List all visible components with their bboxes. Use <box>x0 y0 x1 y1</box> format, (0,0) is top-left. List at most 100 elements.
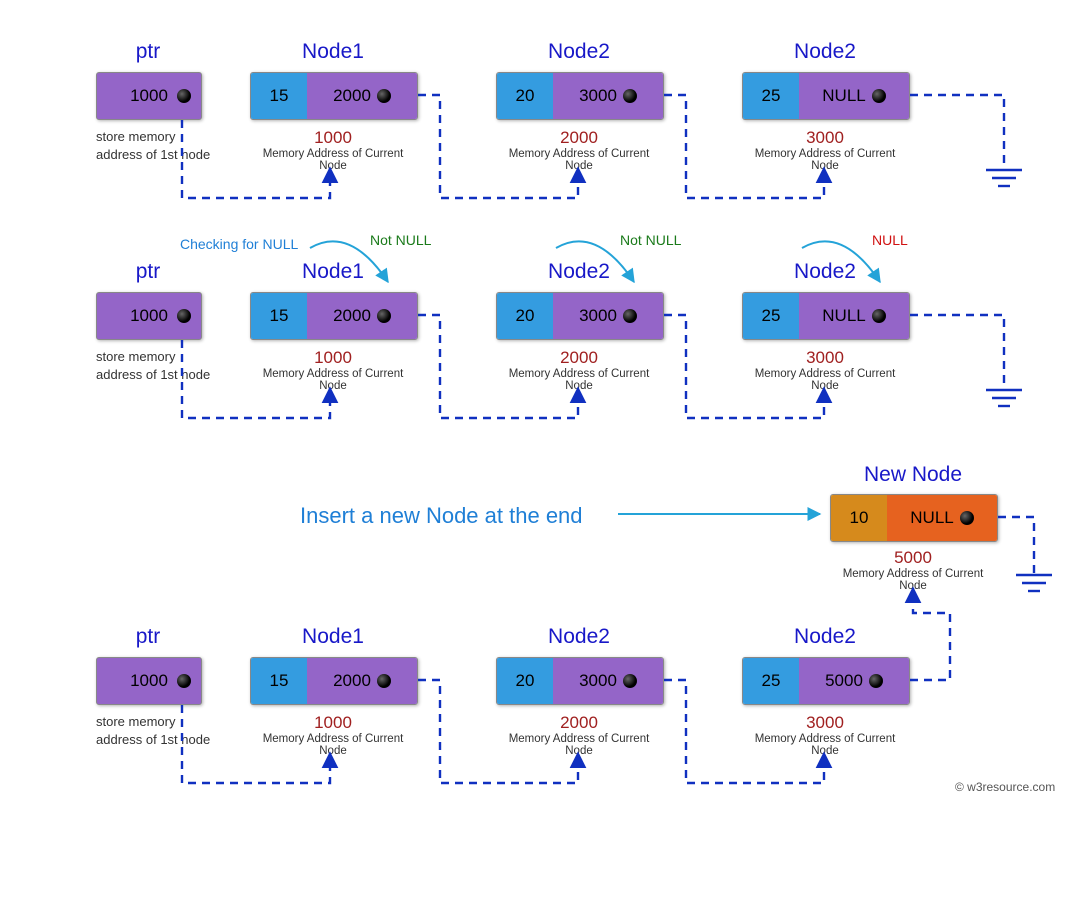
memcap-r1-1: Memory Address of Current Node <box>496 148 662 172</box>
dot-icon <box>377 309 391 323</box>
node-box-r3-1: 20 3000 <box>496 657 664 705</box>
notnull-label-1: Not NULL <box>620 232 681 248</box>
memcap-r1-2: Memory Address of Current Node <box>742 148 908 172</box>
node-box-r3-2: 25 5000 <box>742 657 910 705</box>
ptr-box-r3: 1000 <box>96 657 202 705</box>
node-data: 20 <box>497 73 553 119</box>
memcap-r1-0: Memory Address of Current Node <box>250 148 416 172</box>
node-ptr: 5000 <box>799 658 909 704</box>
node-box-r2-1: 20 3000 <box>496 292 664 340</box>
ptr-value-r1: 1000 <box>130 86 168 106</box>
node-ptr-val: 5000 <box>825 671 863 691</box>
node-data: 15 <box>251 658 307 704</box>
node-box-r3-0: 15 2000 <box>250 657 418 705</box>
ptr-caption-r1: store memory address of 1st node <box>96 128 216 164</box>
node-data: 20 <box>497 293 553 339</box>
node-box-r2-2: 25 NULL <box>742 292 910 340</box>
dot-icon <box>377 89 391 103</box>
node-addr-r2-0: 1000 <box>250 348 416 368</box>
node1-title-r1: Node1 <box>250 40 416 64</box>
node-box-r1-0: 15 2000 <box>250 72 418 120</box>
node-data: 25 <box>743 293 799 339</box>
node-addr-r3-0: 1000 <box>250 713 416 733</box>
node-data: 15 <box>251 73 307 119</box>
node-ptr-val: 2000 <box>333 671 371 691</box>
node-box-r1-2: 25 NULL <box>742 72 910 120</box>
notnull-label-0: Not NULL <box>370 232 431 248</box>
dot-icon <box>623 309 637 323</box>
newnode-title: New Node <box>830 463 996 487</box>
node-ptr: 2000 <box>307 658 417 704</box>
node2-title-r3: Node2 <box>496 625 662 649</box>
dot-icon <box>177 309 191 323</box>
dot-icon <box>377 674 391 688</box>
ptr-label-r2: ptr <box>108 260 188 284</box>
node-ptr: NULL <box>887 495 997 541</box>
dot-icon <box>177 89 191 103</box>
node-ptr-val: 3000 <box>579 86 617 106</box>
memcap-r3-1: Memory Address of Current Node <box>496 733 662 757</box>
node-data: 10 <box>831 495 887 541</box>
dot-icon <box>623 674 637 688</box>
ptr-box-r1: 1000 <box>96 72 202 120</box>
node-ptr-val: NULL <box>822 86 865 106</box>
node-ptr-val: NULL <box>822 306 865 326</box>
memcap-r2-1: Memory Address of Current Node <box>496 368 662 392</box>
node-data: 25 <box>743 658 799 704</box>
node-ptr: 2000 <box>307 293 417 339</box>
node-data: 20 <box>497 658 553 704</box>
node-ptr-val: 3000 <box>579 671 617 691</box>
ptr-label-r1: ptr <box>108 40 188 64</box>
dot-icon <box>177 674 191 688</box>
newnode-addr: 5000 <box>830 548 996 568</box>
memcap-r3-2: Memory Address of Current Node <box>742 733 908 757</box>
node-addr-r2-1: 2000 <box>496 348 662 368</box>
null-label: NULL <box>872 232 908 248</box>
node-ptr: 3000 <box>553 658 663 704</box>
node-addr-r3-1: 2000 <box>496 713 662 733</box>
memcap-r2-0: Memory Address of Current Node <box>250 368 416 392</box>
node-ptr-val: 2000 <box>333 306 371 326</box>
node-addr-r1-0: 1000 <box>250 128 416 148</box>
node-addr-r1-2: 3000 <box>742 128 908 148</box>
ptr-label-r3: ptr <box>108 625 188 649</box>
node-addr-r1-1: 2000 <box>496 128 662 148</box>
ptr-value-r3: 1000 <box>130 671 168 691</box>
ptr-caption-r3: store memory address of 1st node <box>96 713 216 749</box>
node1-title-r3: Node1 <box>250 625 416 649</box>
node-addr-r2-2: 3000 <box>742 348 908 368</box>
memcap-r3-0: Memory Address of Current Node <box>250 733 416 757</box>
node-ptr: NULL <box>799 73 909 119</box>
dot-icon <box>872 89 886 103</box>
node-box-r1-1: 20 3000 <box>496 72 664 120</box>
checking-label: Checking for NULL <box>180 236 298 252</box>
ptr-caption-r2: store memory address of 1st node <box>96 348 216 384</box>
node-ptr-val: 3000 <box>579 306 617 326</box>
node2-title-r2: Node2 <box>496 260 662 284</box>
node3-title-r2: Node2 <box>742 260 908 284</box>
memcap-new: Memory Address of Current Node <box>830 568 996 592</box>
ptr-box-r2: 1000 <box>96 292 202 340</box>
node-ptr: 3000 <box>553 73 663 119</box>
node-ptr: 3000 <box>553 293 663 339</box>
dot-icon <box>869 674 883 688</box>
node2-title-r1: Node2 <box>496 40 662 64</box>
node-ptr: NULL <box>799 293 909 339</box>
node3-title-r1: Node2 <box>742 40 908 64</box>
copyright-text: © w3resource.com <box>955 780 1055 794</box>
node1-title-r2: Node1 <box>250 260 416 284</box>
insert-text: Insert a new Node at the end <box>300 503 583 529</box>
memcap-r2-2: Memory Address of Current Node <box>742 368 908 392</box>
dot-icon <box>872 309 886 323</box>
dot-icon <box>960 511 974 525</box>
node3-title-r3: Node2 <box>742 625 908 649</box>
dot-icon <box>623 89 637 103</box>
node-addr-r3-2: 3000 <box>742 713 908 733</box>
node-ptr: 2000 <box>307 73 417 119</box>
node-box-r2-0: 15 2000 <box>250 292 418 340</box>
newnode-box: 10 NULL <box>830 494 998 542</box>
node-data: 15 <box>251 293 307 339</box>
node-ptr-val: 2000 <box>333 86 371 106</box>
node-ptr-val: NULL <box>910 508 953 528</box>
node-data: 25 <box>743 73 799 119</box>
